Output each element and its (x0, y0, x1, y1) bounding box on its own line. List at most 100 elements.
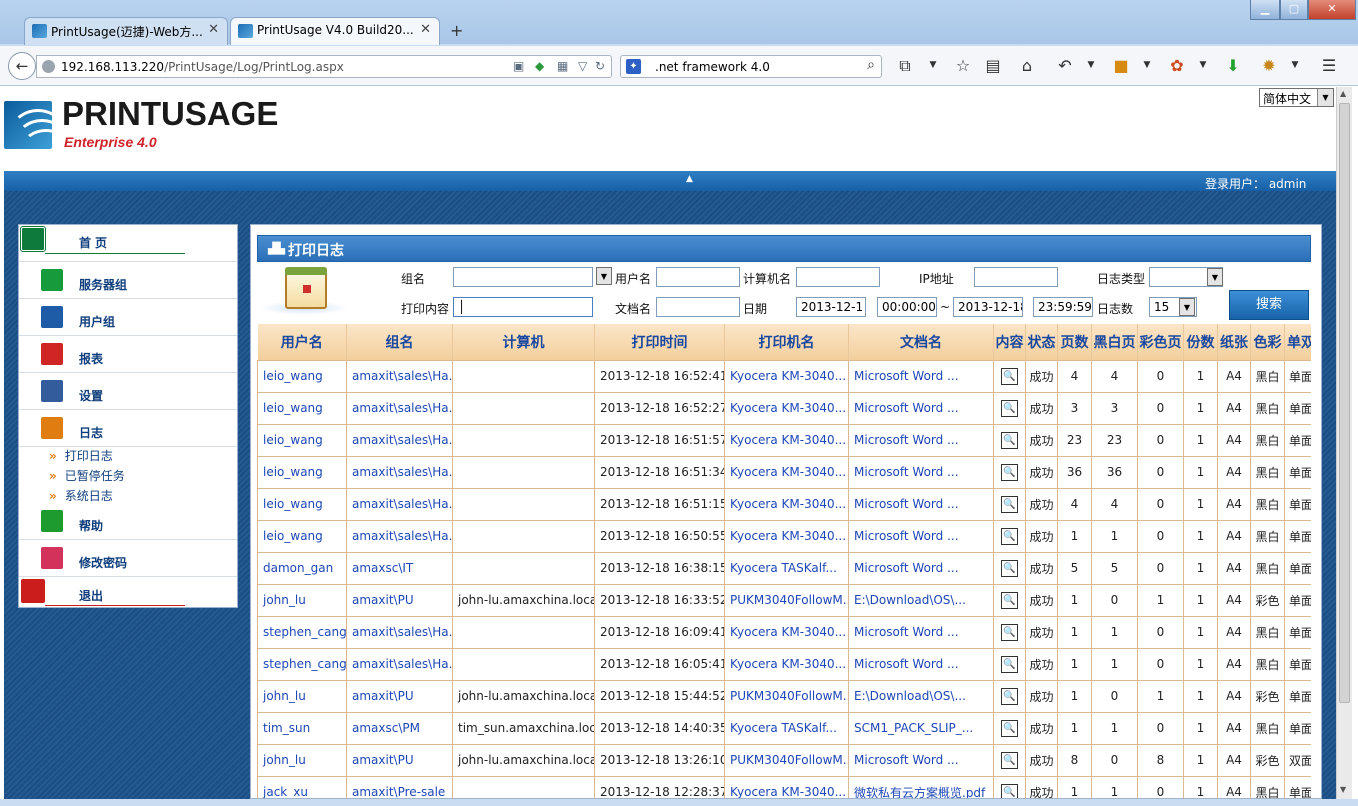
home-icon[interactable]: ⌂ (1016, 56, 1038, 75)
table-cell[interactable]: 🔍 (993, 647, 1026, 681)
table-cell[interactable]: Microsoft Word ... (848, 423, 994, 457)
view-content-icon[interactable]: 🔍 (1001, 687, 1018, 705)
table-cell[interactable]: john_lu (257, 743, 347, 777)
table-cell[interactable]: 🔍 (993, 583, 1026, 617)
table-cell[interactable]: amaxit\PU (346, 743, 453, 777)
date-from-input[interactable]: 2013-12-1 (796, 297, 866, 317)
scroll-up-icon[interactable]: ▲ (1340, 89, 1346, 98)
dropdown-icon[interactable]: ▼ (1080, 60, 1102, 70)
view-content-icon[interactable]: 🔍 (1001, 719, 1018, 737)
column-header[interactable]: 打印机名 (724, 324, 849, 360)
table-cell[interactable]: Microsoft Word ... (848, 743, 994, 777)
table-cell[interactable]: Microsoft Word ... (848, 359, 994, 393)
table-cell[interactable]: Kyocera KM-3040... (724, 423, 849, 457)
time-from-input[interactable]: 00:00:00 (877, 297, 937, 317)
column-header[interactable]: 份数 (1183, 324, 1218, 360)
view-content-icon[interactable]: 🔍 (1001, 655, 1018, 673)
table-cell[interactable]: Kyocera KM-3040... (724, 455, 849, 489)
back-button[interactable]: ← (8, 52, 36, 80)
column-header[interactable]: 计算机 (452, 324, 595, 360)
column-header[interactable]: 组名 (346, 324, 453, 360)
dropdown-icon[interactable]: ▼ (922, 60, 944, 70)
column-header[interactable]: 用户名 (257, 324, 347, 360)
table-cell[interactable]: leio_wang (257, 519, 347, 553)
table-cell[interactable]: leio_wang (257, 391, 347, 425)
table-cell[interactable]: amaxit\sales\Ha... (346, 647, 453, 681)
table-cell[interactable]: stephen_cang (257, 647, 347, 681)
submenu-item-paused-jobs[interactable]: » 已暂停任务 (49, 467, 125, 484)
table-cell[interactable]: Kyocera KM-3040... (724, 487, 849, 521)
column-header[interactable]: 彩色页 (1137, 324, 1184, 360)
computer-input[interactable] (796, 267, 880, 287)
table-cell[interactable]: PUKM3040FollowM... (724, 583, 849, 617)
table-cell[interactable]: amaxit\PU (346, 679, 453, 713)
view-content-icon[interactable]: 🔍 (1001, 591, 1018, 609)
table-cell[interactable]: 🔍 (993, 519, 1026, 553)
table-cell[interactable]: PUKM3040FollowM... (724, 743, 849, 777)
view-content-icon[interactable]: 🔍 (1001, 559, 1018, 577)
column-header[interactable]: 打印时间 (594, 324, 725, 360)
view-content-icon[interactable]: 🔍 (1001, 431, 1018, 449)
view-content-icon[interactable]: 🔍 (1001, 463, 1018, 481)
table-cell[interactable]: E:\Download\OS\... (848, 679, 994, 713)
window-minimize-button[interactable]: ▁ (1250, 0, 1280, 20)
table-cell[interactable]: Microsoft Word ... (848, 455, 994, 489)
content-input[interactable]: │ (453, 297, 593, 317)
addon-icon[interactable]: ■ (1110, 56, 1132, 75)
submenu-item-print-log[interactable]: » 打印日志 (49, 447, 113, 464)
table-cell[interactable]: 🔍 (993, 455, 1026, 489)
group-dropdown-icon[interactable]: ▼ (596, 267, 612, 285)
undo-icon[interactable]: ↶ (1054, 56, 1076, 75)
view-content-icon[interactable]: 🔍 (1001, 495, 1018, 513)
column-header[interactable]: 页数 (1057, 324, 1092, 360)
table-cell[interactable]: SCM1_PACK_SLIP_... (848, 711, 994, 745)
window-close-button[interactable]: ✕ (1308, 0, 1356, 20)
table-cell[interactable]: 微软私有云方案概览.pdf (848, 775, 994, 798)
table-cell[interactable]: amaxsc\IT (346, 551, 453, 585)
sidebar-item-reports[interactable]: 报表 (19, 336, 237, 373)
table-cell[interactable]: damon_gan (257, 551, 347, 585)
table-cell[interactable]: Microsoft Word ... (848, 487, 994, 521)
table-cell[interactable]: amaxit\Pre-sale (346, 775, 453, 798)
table-cell[interactable]: john_lu (257, 583, 347, 617)
table-cell[interactable]: E:\Download\OS\... (848, 583, 994, 617)
user-input[interactable] (656, 267, 740, 287)
table-cell[interactable]: amaxit\PU (346, 583, 453, 617)
view-content-icon[interactable]: 🔍 (1001, 783, 1018, 798)
search-button[interactable]: 搜索 (1229, 290, 1309, 320)
table-cell[interactable]: 🔍 (993, 711, 1026, 745)
new-tab-icon[interactable]: + (450, 21, 463, 40)
table-cell[interactable]: 🔍 (993, 359, 1026, 393)
view-content-icon[interactable]: 🔍 (1001, 527, 1018, 545)
table-cell[interactable]: 🔍 (993, 551, 1026, 585)
table-cell[interactable]: PUKM3040FollowM... (724, 679, 849, 713)
table-cell[interactable]: 🔍 (993, 679, 1026, 713)
screenshot-icon[interactable]: ⧉ (894, 56, 916, 76)
page-tool-icon[interactable]: ▣ (513, 59, 524, 73)
dropdown-icon[interactable]: ▼ (1136, 60, 1158, 70)
table-cell[interactable]: Kyocera KM-3040... (724, 359, 849, 393)
table-cell[interactable]: amaxit\sales\Ha... (346, 391, 453, 425)
sidebar-item-settings[interactable]: 设置 (19, 373, 237, 410)
sidebar-item-help[interactable]: 帮助 (19, 503, 237, 540)
table-cell[interactable]: 🔍 (993, 487, 1026, 521)
tab-close-icon[interactable]: ✕ (208, 22, 219, 37)
column-header[interactable]: 文档名 (848, 324, 994, 360)
sidebar-item-logs[interactable]: 日志 (19, 410, 237, 447)
column-header[interactable]: 色彩 (1250, 324, 1285, 360)
reload-icon[interactable]: ↻ (595, 59, 605, 73)
table-cell[interactable]: Kyocera KM-3040... (724, 647, 849, 681)
view-content-icon[interactable]: 🔍 (1001, 367, 1018, 385)
submenu-item-system-log[interactable]: » 系统日志 (49, 487, 113, 504)
sidebar-item-home[interactable]: 首页 (19, 225, 237, 262)
sidebar-item-server-group[interactable]: 服务器组 (19, 262, 237, 299)
table-cell[interactable]: 🔍 (993, 423, 1026, 457)
column-header[interactable]: 状态 (1025, 324, 1058, 360)
window-maximize-button[interactable]: ▢ (1280, 0, 1308, 20)
table-cell[interactable]: Microsoft Word ... (848, 391, 994, 425)
column-header[interactable]: 单双 (1284, 324, 1311, 360)
table-cell[interactable]: leio_wang (257, 487, 347, 521)
browser-tab-2[interactable]: PrintUsage V4.0 Build20... ✕ (230, 17, 440, 45)
table-cell[interactable]: 🔍 (993, 743, 1026, 777)
table-cell[interactable]: Microsoft Word ... (848, 615, 994, 649)
